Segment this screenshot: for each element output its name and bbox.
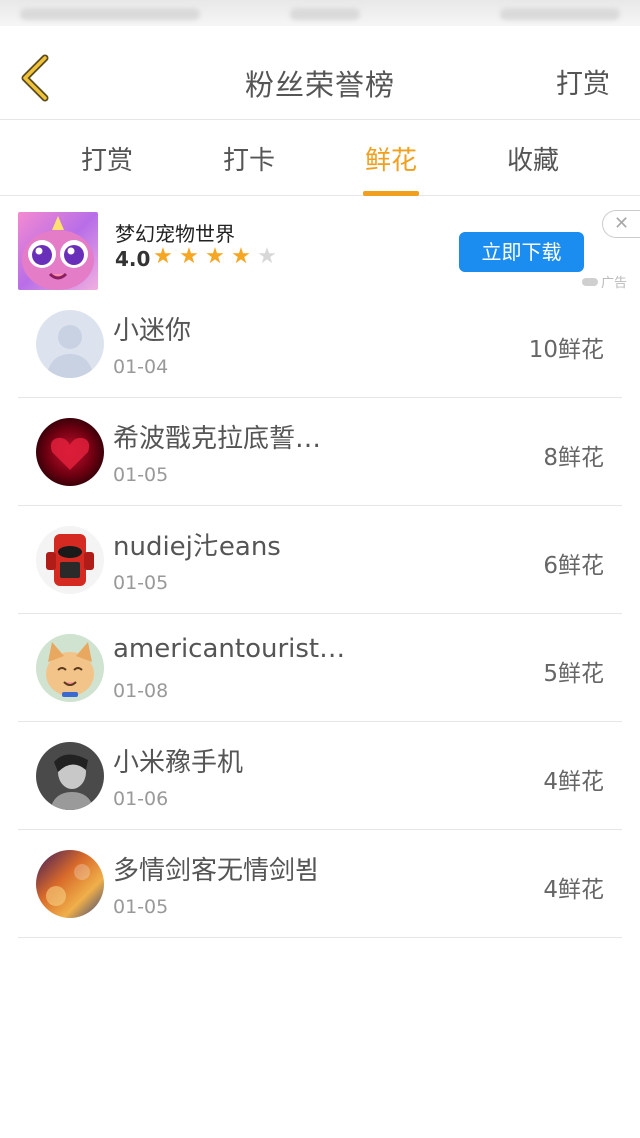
flower-count: 4鲜花: [543, 769, 604, 795]
page-title: 粉丝荣誉榜: [244, 68, 395, 102]
flower-count: 10鲜花: [528, 337, 604, 363]
fan-name: 多情剑客无情剑뵘: [113, 856, 319, 886]
active-tab-indicator: [363, 191, 419, 196]
tab-label: 打赏: [80, 146, 133, 176]
ad-rating: 4.0: [115, 247, 151, 271]
fan-date: 01-06: [113, 788, 169, 810]
ad-app-name: 梦幻宠物世界: [115, 222, 235, 246]
list-item[interactable]: nudiej㲺eans 01-05 6鲜花: [18, 506, 622, 614]
ad-label-text: 广告: [601, 276, 628, 291]
list-item[interactable]: 小迷你 01-04 10鲜花: [18, 290, 622, 398]
star-filled-icon: ★: [179, 244, 199, 269]
ad-close-button[interactable]: ✕: [602, 210, 640, 238]
header: 粉丝荣誉榜 打赏: [0, 26, 640, 120]
reward-button[interactable]: 打赏: [556, 62, 610, 101]
tab-checkin[interactable]: 打卡: [189, 140, 309, 196]
avatar: [36, 850, 104, 918]
flower-count: 4鲜花: [543, 877, 604, 903]
fan-name: 小米䂊手机: [113, 748, 244, 778]
avatar: [36, 310, 104, 378]
ad-app-icon: [18, 212, 98, 290]
cloud-icon: [582, 277, 598, 286]
back-button[interactable]: [10, 50, 60, 110]
list-item[interactable]: 希波戬克拉底誓… 01-05 8鲜花: [18, 398, 622, 506]
tab-label: 鲜花: [364, 146, 417, 176]
avatar: [36, 634, 104, 702]
tab-bar: 打赏 打卡 鲜花 收藏: [0, 120, 640, 196]
tab-flowers[interactable]: 鲜花: [331, 140, 451, 196]
flower-count: 6鲜花: [543, 553, 604, 579]
ad-banner[interactable]: 梦幻宠物世界 4.0 ★ ★ ★ ★ ★ 立即下载 ✕ 广告: [0, 206, 640, 298]
star-rating: ★ ★ ★ ★ ★: [150, 244, 280, 270]
fan-date: 01-05: [113, 572, 169, 594]
flower-count: 5鲜花: [543, 661, 604, 687]
flower-count: 8鲜花: [543, 445, 604, 471]
fan-name: 小迷你: [113, 316, 192, 346]
star-empty-icon: ★: [257, 244, 277, 269]
fan-date: 01-08: [113, 680, 169, 702]
list-item[interactable]: americantourist… 01-08 5鲜花: [18, 614, 622, 722]
download-button[interactable]: 立即下载: [459, 232, 584, 272]
fan-date: 01-05: [113, 896, 169, 918]
fan-name: americantourist…: [113, 634, 346, 664]
avatar: [36, 526, 104, 594]
tab-reward[interactable]: 打赏: [47, 140, 167, 196]
tab-favorites[interactable]: 收藏: [473, 140, 593, 196]
page: 粉丝荣誉榜 打赏 打赏 打卡 鲜花 收藏 梦幻宠物世界 4.0 ★ ★ ★ ★ …: [0, 0, 640, 1138]
tab-label: 收藏: [506, 146, 559, 176]
fan-date: 01-05: [113, 464, 169, 486]
star-filled-icon: ★: [231, 244, 251, 269]
star-filled-icon: ★: [153, 244, 173, 269]
close-icon: ✕: [613, 213, 630, 234]
list-item[interactable]: 小米䂊手机 01-06 4鲜花: [18, 722, 622, 830]
star-filled-icon: ★: [205, 244, 225, 269]
fan-name: 希波戬克拉底誓…: [113, 424, 322, 454]
avatar: [36, 742, 104, 810]
list-item[interactable]: 多情剑客无情剑뵘 01-05 4鲜花: [18, 830, 622, 938]
status-bar: [0, 0, 640, 26]
fan-date: 01-04: [113, 356, 169, 378]
fan-list: 小迷你 01-04 10鲜花 希波戬克拉底誓… 01-05 8鲜花 nudiej…: [0, 290, 640, 938]
ad-label: 广告: [582, 272, 627, 291]
chevron-left-icon: [18, 54, 52, 106]
fan-name: nudiej㲺eans: [113, 532, 281, 562]
tab-label: 打卡: [222, 146, 275, 176]
avatar: [36, 418, 104, 486]
